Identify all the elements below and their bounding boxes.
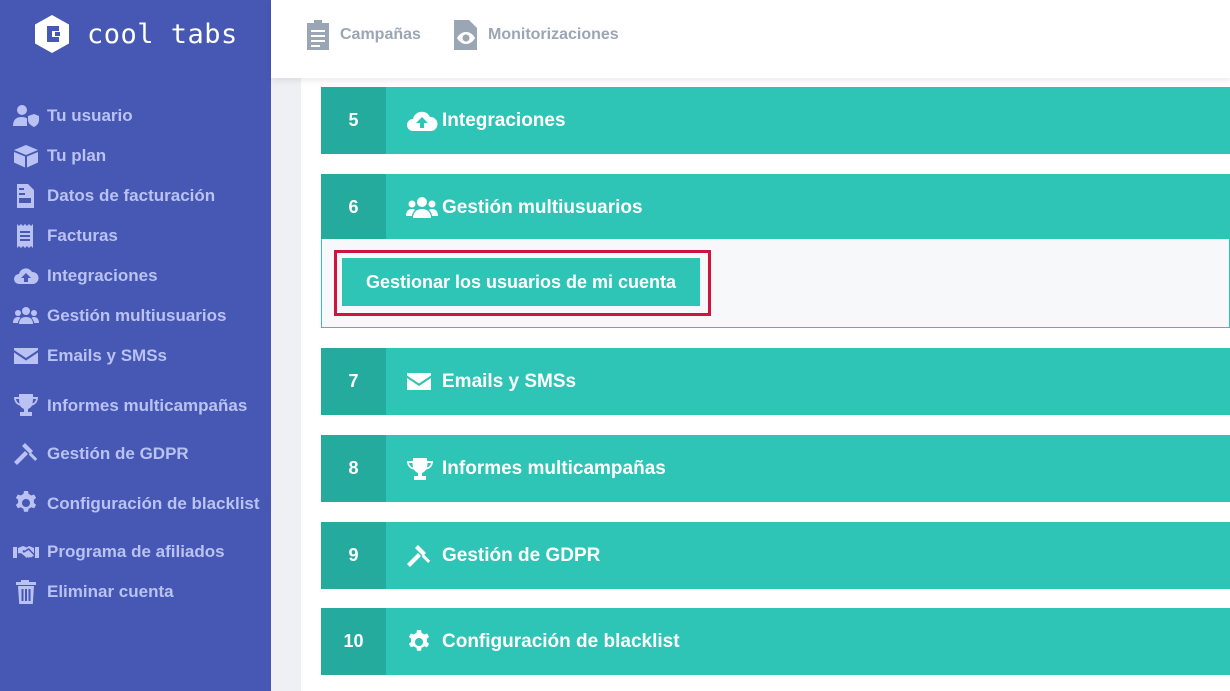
sidebar-item-label: Facturas [47,226,118,245]
sidebar-item-label: Emails y SMSs [47,346,168,365]
sidebar: cool tabs Tu usuario Tu plan Datos de fa… [0,0,271,691]
handshake-icon [13,540,47,564]
sidebar-item-label: Eliminar cuenta [47,582,174,601]
sidebar-item-label: Configuración de blacklist [47,493,260,513]
sidebar-item-facturas[interactable]: Facturas [0,216,271,256]
section-title: Integraciones [442,109,566,131]
tab-campanas[interactable]: Campañas [304,18,421,52]
section-number: 6 [321,174,386,241]
sidebar-item-label: Datos de facturación [47,186,216,205]
sidebar-item-label: Tu plan [47,146,107,165]
sidebar-item-label: Programa de afiliados [47,542,225,561]
sidebar-item-programa-afiliados[interactable]: Programa de afiliados [0,532,271,572]
gear-icon [406,629,440,655]
tab-monitorizaciones[interactable]: Monitorizaciones [452,18,619,52]
envelope-icon [406,369,440,395]
trash-icon [13,580,47,604]
section-title: Informes multicampañas [442,457,666,479]
sidebar-item-label: Gestión multiusuarios [47,306,227,325]
brand-logo[interactable]: cool tabs [33,13,238,55]
sidebar-item-label: Gestión de GDPR [47,444,189,463]
invoice-file-icon [13,184,47,208]
sidebar-menu: Tu usuario Tu plan Datos de facturación … [0,96,271,612]
top-navigation-bar: Campañas Monitorizaciones [271,0,1230,78]
gavel-icon [13,442,47,466]
sidebar-item-gestion-multiusuarios[interactable]: Gestión multiusuarios [0,296,271,336]
tab-label: Monitorizaciones [488,26,619,43]
sidebar-item-tu-usuario[interactable]: Tu usuario [0,96,271,136]
manage-account-users-button[interactable]: Gestionar los usuarios de mi cuenta [342,258,700,306]
eye-document-icon [454,20,477,50]
sidebar-item-integraciones[interactable]: Integraciones [0,256,271,296]
section-number: 8 [321,435,386,502]
multiuser-panel: Gestionar los usuarios de mi cuenta [321,239,1230,328]
section-configuracion-blacklist[interactable]: 10 Configuración de blacklist [321,608,1230,675]
section-number: 5 [321,87,386,154]
section-gestion-gdpr[interactable]: 9 Gestión de GDPR [321,522,1230,589]
sidebar-item-datos-facturacion[interactable]: Datos de facturación [0,176,271,216]
section-emails-smss[interactable]: 7 Emails y SMSs [321,348,1230,415]
sidebar-item-label: Informes multicampañas [47,395,248,415]
sidebar-item-tu-plan[interactable]: Tu plan [0,136,271,176]
users-icon [13,304,47,328]
sidebar-item-label: Integraciones [47,266,158,285]
sidebar-item-configuracion-blacklist[interactable]: Configuración de blacklist [0,474,271,532]
section-number: 9 [321,522,386,589]
section-title: Gestión multiusuarios [442,196,643,218]
box-icon [13,144,47,168]
user-shield-icon [13,104,47,128]
section-informes-multicampanas[interactable]: 8 Informes multicampañas [321,435,1230,502]
cloud-upload-icon [13,264,47,288]
sidebar-item-informes-multicampanas[interactable]: Informes multicampañas [0,376,271,434]
main-content: 5 Integraciones 6 Gestión multiusuarios … [301,78,1230,691]
receipt-icon [13,224,47,248]
section-integraciones[interactable]: 5 Integraciones [321,87,1230,154]
gear-icon [13,491,47,515]
section-title: Configuración de blacklist [442,630,680,652]
cloud-upload-icon [406,108,440,134]
trophy-icon [13,393,47,417]
section-title: Gestión de GDPR [442,544,601,566]
tab-label: Campañas [340,26,421,43]
brand-name: cool tabs [87,18,238,50]
section-number: 7 [321,348,386,415]
sidebar-item-emails-smss[interactable]: Emails y SMSs [0,336,271,376]
sidebar-item-gestion-gdpr[interactable]: Gestión de GDPR [0,434,271,474]
section-title: Emails y SMSs [442,370,577,392]
envelope-icon [13,344,47,368]
sidebar-item-label: Tu usuario [47,106,133,125]
trophy-icon [406,456,440,482]
clipboard-icon [307,20,329,50]
cooltabs-hexagon-logo-icon [35,15,69,53]
sidebar-item-eliminar-cuenta[interactable]: Eliminar cuenta [0,572,271,612]
section-gestion-multiusuarios[interactable]: 6 Gestión multiusuarios [321,174,1230,241]
users-icon [406,195,440,221]
section-number: 10 [321,608,386,675]
gavel-icon [406,543,440,569]
